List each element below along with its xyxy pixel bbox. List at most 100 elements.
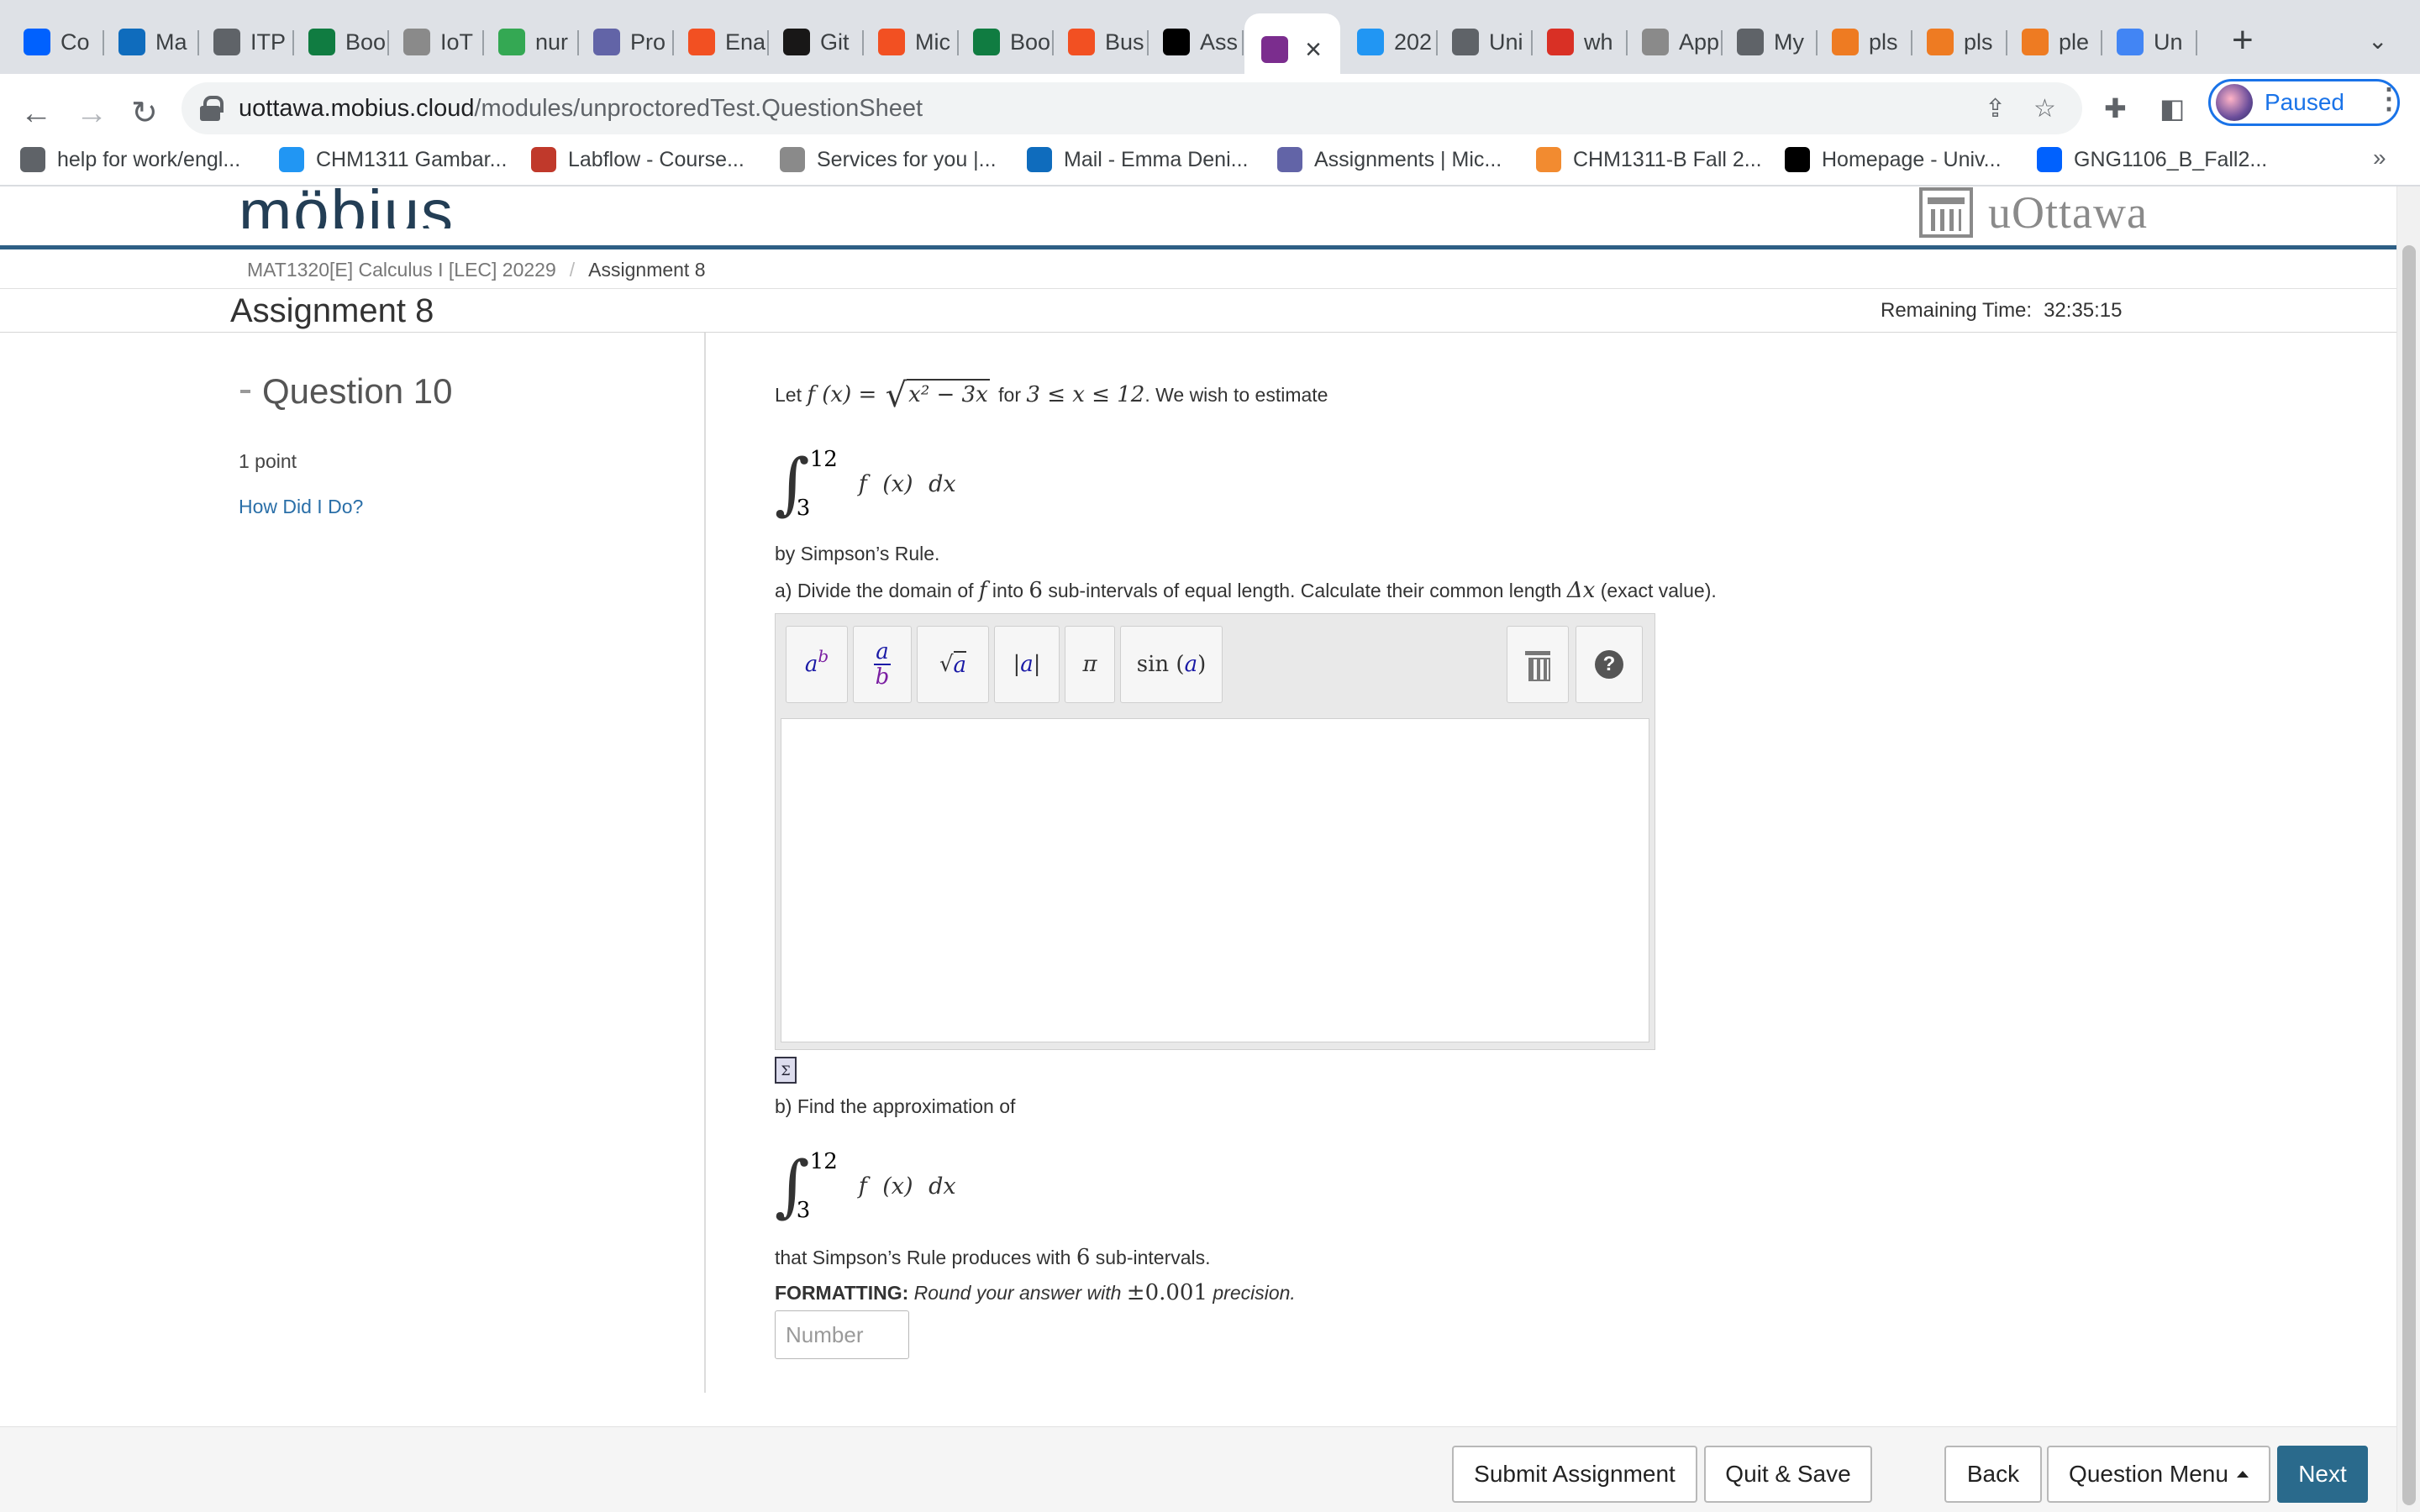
abs-button[interactable]: | a | [994, 626, 1060, 703]
breadcrumb-course[interactable]: MAT1320[E] Calculus I [LEC] 20229 [247, 259, 556, 281]
tab-separator [1052, 30, 1054, 55]
tab-search-icon[interactable]: ⌄ [2368, 27, 2387, 55]
close-tab-icon[interactable]: × [1305, 34, 1322, 66]
trash-icon [1525, 651, 1550, 681]
bookmark-item[interactable]: Assignments | Mic... [1277, 136, 1502, 183]
page-scrollbar[interactable] [2396, 186, 2420, 1512]
part-a-text-3: sub-intervals of equal length. Calculate… [1048, 580, 1562, 601]
integral-expression-1: ∫ 12 3 f (x) dx [775, 444, 956, 524]
bookmark-star-icon[interactable]: ☆ [2033, 94, 2056, 123]
bookmark-item[interactable]: GNG1106_B_Fall2... [2037, 136, 2267, 183]
question-menu-button[interactable]: Question Menu [2047, 1446, 2270, 1503]
tab-label: ple [2059, 29, 2090, 55]
bookmark-item[interactable]: CHM1311-B Fall 2... [1536, 136, 1762, 183]
new-tab-button[interactable]: + [2232, 22, 2254, 59]
sqrt-button[interactable]: √ a [917, 626, 989, 703]
tab-label: Co [60, 29, 90, 55]
tab-label: IoT [440, 29, 474, 55]
browser-tab[interactable]: My [1723, 20, 1818, 64]
quit-save-button[interactable]: Quit & Save [1704, 1446, 1872, 1503]
intro-let: Let [775, 384, 802, 406]
browser-tab[interactable]: Git [770, 20, 864, 64]
integral-limits: 12 3 [797, 1146, 852, 1226]
address-bar[interactable]: uottawa.mobius.cloud/modules/unproctored… [182, 82, 2082, 134]
bookmark-item[interactable]: CHM1311 Gambar... [279, 136, 507, 183]
how-did-i-do-link[interactable]: How Did I Do? [239, 496, 363, 518]
bookmark-label: CHM1311 Gambar... [316, 147, 508, 171]
power-button[interactable]: ab [786, 626, 848, 703]
browser-tab[interactable]: Ass [1150, 20, 1244, 64]
bookmark-label: help for work/engl... [57, 147, 241, 171]
browser-tab[interactable]: Ena [675, 20, 769, 64]
reload-icon[interactable]: ↻ [131, 87, 158, 139]
sin-button[interactable]: sin (a) [1120, 626, 1223, 703]
extensions-icon[interactable]: ✚ [2104, 92, 2127, 124]
url-text[interactable]: uottawa.mobius.cloud/modules/unproctored… [239, 95, 923, 123]
teams-icon [593, 29, 620, 55]
integral-lower: 3 [796, 496, 811, 521]
browser-tab[interactable]: Mic [865, 20, 959, 64]
browser-tab[interactable]: Boo [295, 20, 389, 64]
tab-label: wh [1584, 29, 1613, 55]
browser-tab[interactable]: pls [1913, 20, 2007, 64]
browser-tab[interactable]: App [1628, 20, 1723, 64]
back-arrow-icon[interactable]: ← [20, 87, 52, 139]
tab-separator [387, 30, 389, 55]
simpsons-rule-text: by Simpson’s Rule. [775, 543, 940, 564]
number-answer-input[interactable] [775, 1310, 909, 1359]
side-panel-icon[interactable]: ◧ [2160, 92, 2185, 124]
bookmark-label: GNG1106_B_Fall2... [2074, 147, 2268, 171]
bookmark-item[interactable]: Labflow - Course... [531, 136, 744, 183]
globe-icon [1737, 29, 1764, 55]
help-icon: ? [1595, 650, 1623, 679]
browser-tab[interactable]: nur [485, 20, 579, 64]
dropbox-icon [24, 29, 50, 55]
browser-tab[interactable]: Bus [1055, 20, 1149, 64]
tab-separator [1911, 30, 1912, 55]
screen: Un ple pls pls My App wh Uni 202 × Ass Bus Boo Mic Git… [0, 0, 2420, 1512]
bookmark-item[interactable]: help for work/engl... [20, 136, 240, 183]
browser-tab[interactable]: wh [1534, 20, 1628, 64]
bookmark-item[interactable]: Services for you |... [780, 136, 997, 183]
preview-icon[interactable]: Σ [775, 1057, 797, 1084]
pi-button[interactable]: π [1065, 626, 1115, 703]
back-button[interactable]: Back [1944, 1446, 2042, 1503]
editor-help-button[interactable]: ? [1576, 626, 1643, 703]
next-button[interactable]: Next [2277, 1446, 2368, 1503]
share-icon[interactable]: ⇪ [1985, 94, 2006, 123]
browser-tab[interactable]: pls [1818, 20, 1912, 64]
answer-editor-area[interactable] [781, 718, 1649, 1042]
intro-function: f (x) = [807, 382, 877, 407]
browser-tab[interactable]: ple [2008, 20, 2102, 64]
clear-button[interactable] [1507, 626, 1569, 703]
fraction-button[interactable]: ab [853, 626, 912, 703]
browser-tab[interactable]: Pro [580, 20, 674, 64]
more-bookmarks-icon[interactable]: » [2373, 144, 2386, 171]
lock-icon[interactable] [200, 96, 224, 121]
browser-tab[interactable]: ITP [200, 20, 294, 64]
browser-menu-icon[interactable]: ⋮ [2375, 82, 2403, 116]
question-heading[interactable]: Question 10 [240, 371, 453, 412]
integral-upper: 12 [809, 1149, 838, 1174]
profile-button[interactable]: Paused [2208, 79, 2400, 126]
bookmark-item[interactable]: Mail - Emma Deni... [1027, 136, 1248, 183]
forward-arrow-icon[interactable]: → [76, 87, 108, 139]
submit-assignment-button[interactable]: Submit Assignment [1452, 1446, 1697, 1503]
folder-icon [20, 147, 45, 172]
part-a-text-4: (exact value). [1600, 580, 1717, 601]
tab-label: My [1774, 29, 1804, 55]
collapse-icon[interactable] [240, 390, 250, 393]
iot-icon [403, 29, 430, 55]
browser-tab[interactable]: 202 [1344, 20, 1438, 64]
browser-tab[interactable]: Boo [960, 20, 1054, 64]
scrollbar-thumb[interactable] [2402, 245, 2416, 1505]
browser-tab[interactable]: Un [2103, 20, 2197, 64]
part-b-tail-2: sub-intervals. [1095, 1247, 1211, 1268]
browser-tab[interactable]: Uni [1439, 20, 1533, 64]
browser-tab[interactable]: Ma [105, 20, 199, 64]
tab-label: Pro [630, 29, 666, 55]
bookmark-item[interactable]: Homepage - Univ... [1785, 136, 2002, 183]
url-host: uottawa.mobius.cloud [239, 94, 475, 122]
browser-tab[interactable]: IoT [390, 20, 484, 64]
browser-tab[interactable]: Co [10, 20, 104, 64]
